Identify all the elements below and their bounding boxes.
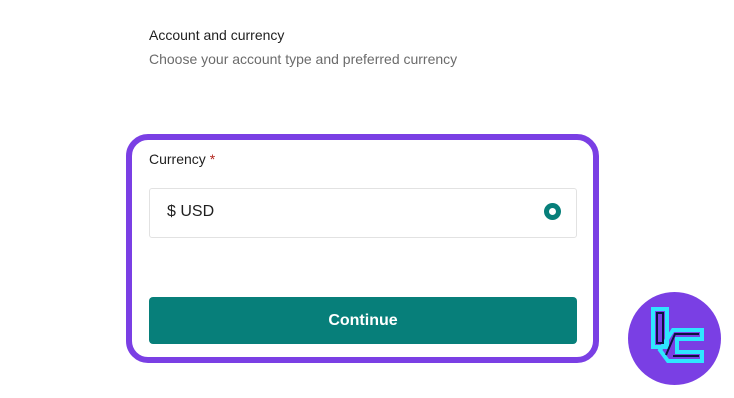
currency-option-usd[interactable]: $ USD: [149, 188, 577, 238]
section-subtitle: Choose your account type and preferred c…: [149, 51, 458, 67]
currency-label: Currency *: [149, 151, 215, 167]
radio-dot: [549, 208, 556, 215]
continue-button[interactable]: Continue: [149, 297, 577, 344]
section-title: Account and currency: [149, 27, 285, 43]
account-currency-page: Account and currency Choose your account…: [0, 0, 734, 398]
currency-option-label: $ USD: [167, 203, 215, 220]
currency-label-text: Currency: [149, 151, 206, 167]
brand-logo-icon: [628, 292, 721, 385]
radio-selected-icon[interactable]: [544, 203, 561, 220]
required-asterisk: *: [209, 151, 216, 167]
